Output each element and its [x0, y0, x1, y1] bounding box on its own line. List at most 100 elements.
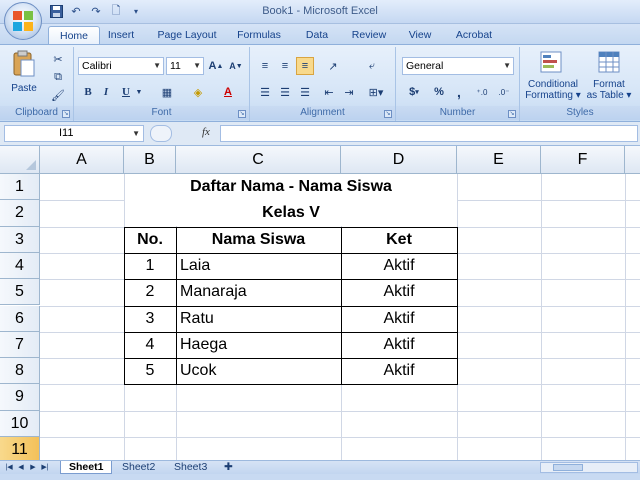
conditional-formatting-button[interactable]: Conditional Formatting ▾: [522, 79, 584, 101]
prev-sheet-icon[interactable]: ◀: [16, 462, 26, 473]
increase-indent-icon[interactable]: ⇥: [340, 83, 358, 101]
insert-function-button[interactable]: fx: [202, 126, 210, 138]
row-header-6[interactable]: 6: [0, 305, 40, 332]
decrease-decimal-icon[interactable]: .0⁻: [494, 83, 514, 101]
grow-font-icon[interactable]: A ▲: [206, 57, 226, 75]
header-ket-cell[interactable]: Ket: [341, 227, 457, 253]
tab-acrobat[interactable]: Acrobat: [446, 26, 502, 44]
column-header-a[interactable]: A: [40, 146, 124, 174]
tab-insert[interactable]: Insert: [100, 26, 142, 44]
align-middle-icon[interactable]: ≡: [276, 57, 294, 75]
sheet-title-cell[interactable]: Daftar Nama - Nama Siswa: [125, 174, 457, 200]
tab-data[interactable]: Data: [296, 26, 338, 44]
align-center-icon[interactable]: ☰: [276, 83, 294, 101]
number-format-select[interactable]: General ▼: [402, 57, 514, 75]
column-header-f[interactable]: F: [541, 146, 625, 174]
sheet-tab-sheet1[interactable]: Sheet1: [60, 461, 113, 474]
no-cell[interactable]: 4: [124, 332, 176, 358]
insert-sheet-icon[interactable]: ✚: [220, 461, 237, 474]
orientation-icon[interactable]: ↗: [320, 57, 346, 75]
sheet-subtitle-cell[interactable]: Kelas V: [125, 200, 457, 227]
align-right-icon[interactable]: ☰: [296, 83, 314, 101]
row-header-1[interactable]: 1: [0, 174, 40, 201]
font-name-select[interactable]: Calibri ▼: [78, 57, 164, 75]
decrease-indent-icon[interactable]: ⇤: [320, 83, 338, 101]
merge-center-icon[interactable]: ⊞▾: [362, 83, 390, 101]
row-header-10[interactable]: 10: [0, 410, 40, 437]
fill-color-icon[interactable]: ◈: [184, 83, 212, 101]
number-launcher-icon[interactable]: ↘: [508, 110, 516, 118]
percent-button[interactable]: %: [430, 83, 448, 101]
row-header-9[interactable]: 9: [0, 384, 40, 411]
align-bottom-icon[interactable]: ≡: [296, 57, 314, 75]
format-as-table-button[interactable]: Format as Table ▾: [584, 79, 634, 101]
horizontal-scrollbar[interactable]: [540, 462, 638, 473]
font-color-icon[interactable]: A: [214, 83, 242, 101]
column-header-d[interactable]: D: [341, 146, 457, 174]
ket-cell[interactable]: Aktif: [341, 253, 457, 279]
row-header-11[interactable]: 11: [0, 437, 40, 460]
next-sheet-icon[interactable]: ▶: [28, 462, 38, 473]
clipboard-launcher-icon[interactable]: ↘: [62, 110, 70, 118]
select-all-button[interactable]: [0, 146, 40, 174]
sheet-tab-sheet2[interactable]: Sheet2: [114, 461, 163, 474]
tab-review[interactable]: Review: [344, 26, 394, 44]
row-header-7[interactable]: 7: [0, 331, 40, 359]
row-header-8[interactable]: 8: [0, 358, 40, 385]
ket-cell[interactable]: Aktif: [341, 358, 457, 384]
ket-cell[interactable]: Aktif: [341, 279, 457, 305]
row-header-2[interactable]: 2: [0, 200, 40, 227]
column-header-c[interactable]: C: [176, 146, 341, 174]
column-header-e[interactable]: E: [457, 146, 541, 174]
conditional-formatting-icon[interactable]: [538, 49, 564, 75]
format-painter-icon[interactable]: 🖌: [50, 87, 66, 103]
header-nama-cell[interactable]: Nama Siswa: [176, 227, 341, 253]
wrap-text-icon[interactable]: ⤶: [362, 57, 382, 75]
name-cell[interactable]: Ucok: [180, 358, 340, 384]
no-cell[interactable]: 5: [124, 358, 176, 384]
header-no-cell[interactable]: No.: [124, 227, 176, 253]
font-launcher-icon[interactable]: ↘: [238, 110, 246, 118]
increase-decimal-icon[interactable]: ⁺.0: [472, 83, 492, 101]
no-cell[interactable]: 2: [124, 279, 176, 305]
formula-input[interactable]: [220, 125, 638, 142]
row-header-4[interactable]: 4: [0, 252, 40, 280]
italic-button[interactable]: I: [98, 83, 114, 101]
paste-icon[interactable]: [10, 49, 38, 79]
horizontal-scroll-thumb[interactable]: [553, 464, 583, 471]
column-header-g[interactable]: [625, 146, 640, 174]
paste-button[interactable]: Paste: [6, 83, 42, 94]
office-button[interactable]: [4, 2, 42, 40]
comma-button[interactable]: ,: [450, 83, 468, 101]
underline-dropdown-icon[interactable]: ▼: [134, 83, 144, 101]
column-header-b[interactable]: B: [124, 146, 176, 174]
no-cell[interactable]: 3: [124, 306, 176, 332]
cut-icon[interactable]: ✂: [50, 51, 66, 67]
row-header-5[interactable]: 5: [0, 279, 40, 306]
tab-page-layout[interactable]: Page Layout: [148, 26, 226, 44]
align-left-icon[interactable]: ☰: [256, 83, 274, 101]
shrink-font-icon[interactable]: A ▼: [226, 57, 246, 75]
align-top-icon[interactable]: ≡: [256, 57, 274, 75]
name-box-dropdown-icon[interactable]: ▼: [132, 129, 140, 138]
borders-icon[interactable]: ▦: [154, 83, 180, 101]
name-box[interactable]: I11 ▼: [4, 125, 144, 142]
tab-view[interactable]: View: [400, 26, 440, 44]
font-size-select[interactable]: 11 ▼: [166, 57, 204, 75]
alignment-launcher-icon[interactable]: ↘: [384, 110, 392, 118]
tab-formulas[interactable]: Formulas: [228, 26, 290, 44]
copy-icon[interactable]: ⧉: [50, 69, 66, 85]
name-cell[interactable]: Laia: [180, 253, 340, 279]
ket-cell[interactable]: Aktif: [341, 332, 457, 358]
last-sheet-icon[interactable]: ▶|: [40, 462, 50, 473]
currency-button[interactable]: $ ▾: [402, 83, 426, 101]
format-as-table-icon[interactable]: [596, 49, 622, 75]
name-cell[interactable]: Haega: [180, 332, 340, 358]
underline-button[interactable]: U: [118, 83, 134, 101]
ket-cell[interactable]: Aktif: [341, 306, 457, 332]
sheet-tab-sheet3[interactable]: Sheet3: [166, 461, 215, 474]
first-sheet-icon[interactable]: |◀: [4, 462, 14, 473]
formula-bar-handle-icon[interactable]: [150, 125, 172, 142]
no-cell[interactable]: 1: [124, 253, 176, 279]
name-cell[interactable]: Ratu: [180, 306, 340, 332]
